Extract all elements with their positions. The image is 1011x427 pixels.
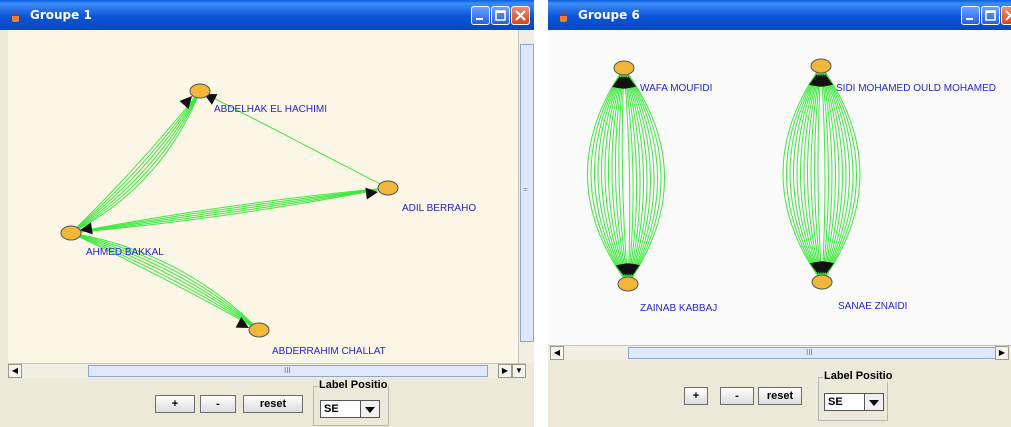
graph-node-label: ABDELHAK EL HACHIMI <box>214 104 327 115</box>
close-button[interactable] <box>1001 6 1011 25</box>
maximize-button[interactable] <box>981 6 1000 25</box>
title-bar[interactable]: Groupe 1 <box>0 0 534 30</box>
graph-node-label: ABDERRAHIM CHALLAT <box>272 346 386 357</box>
chevron-down-icon[interactable] <box>864 394 883 410</box>
graph-edge <box>70 90 201 234</box>
java-cup-icon <box>560 11 567 22</box>
graph-view[interactable]: WAFA MOUFIDI SIDI MOHAMED OULD MOHAMED ZAI… <box>548 30 1011 345</box>
label-position-select[interactable]: SE <box>824 393 884 411</box>
label-position-title: Label Positio <box>823 370 894 382</box>
graph-node[interactable] <box>810 58 832 74</box>
scroll-right-icon[interactable]: ▶ <box>995 346 1009 360</box>
label-position-select[interactable]: SE <box>320 400 380 418</box>
scroll-right-icon[interactable]: ▶ <box>498 364 512 378</box>
graph-node[interactable] <box>189 83 211 99</box>
graph-node-label: SIDI MOHAMED OULD MOHAMED <box>836 83 996 94</box>
graph-edge <box>70 90 201 234</box>
zoom-out-button[interactable]: - <box>200 395 236 413</box>
close-button[interactable] <box>511 6 530 25</box>
graph-node-label: WAFA MOUFIDI <box>640 83 712 94</box>
graph-edge <box>70 90 201 234</box>
window-title: Groupe 6 <box>578 8 640 22</box>
label-position-value: SE <box>828 396 843 408</box>
chevron-down-icon[interactable] <box>360 401 379 417</box>
horizontal-scroll-thumb[interactable] <box>628 347 1003 359</box>
reset-button[interactable]: reset <box>758 387 802 405</box>
graph-node[interactable] <box>613 60 635 76</box>
graph-edge <box>621 67 629 285</box>
graph-edge <box>70 90 201 234</box>
graph-window-groupe-1: Groupe 1 ABDELHAK EL HACHIMI ADIL BERRAHO… <box>0 0 534 427</box>
graph-node[interactable] <box>60 225 82 241</box>
scroll-left-icon[interactable]: ◀ <box>550 346 564 360</box>
graph-node-label: SANAE ZNAIDI <box>838 301 907 312</box>
window-title: Groupe 1 <box>30 8 92 22</box>
graph-node[interactable] <box>377 180 399 196</box>
scroll-left-icon[interactable]: ◀ <box>8 364 22 378</box>
zoom-out-button[interactable]: - <box>720 387 754 405</box>
graph-view[interactable]: ABDELHAK EL HACHIMI ADIL BERRAHO AHMED BAK… <box>8 30 518 363</box>
graph-edge <box>70 90 201 234</box>
java-cup-icon <box>12 11 19 22</box>
label-position-value: SE <box>324 403 339 415</box>
graph-edge <box>70 187 389 234</box>
scroll-grip: = <box>523 185 528 194</box>
scroll-down-icon[interactable]: ▼ <box>512 364 526 378</box>
label-position-title: Label Positio <box>318 379 389 391</box>
reset-button[interactable]: reset <box>243 395 303 413</box>
graph-node-label: ADIL BERRAHO <box>402 203 476 214</box>
maximize-button[interactable] <box>491 6 510 25</box>
horizontal-scrollbar[interactable]: ◀ III ▶ ▼ <box>8 363 526 378</box>
graph-window-groupe-6: Groupe 6 WAFA MOUFIDI SIDI MOHAMED OULD M… <box>548 0 1011 427</box>
scroll-grip: III <box>806 348 813 357</box>
zoom-in-button[interactable]: + <box>155 395 195 413</box>
graph-node-label: ZAINAB KABBAJ <box>640 303 717 314</box>
minimize-button[interactable] <box>961 6 980 25</box>
horizontal-scrollbar[interactable]: ◀ III ▶ <box>548 345 1011 360</box>
vertical-scrollbar[interactable]: = <box>518 30 534 363</box>
graph-edge <box>70 90 201 234</box>
graph-node-label: AHMED BAKKAL <box>86 247 164 258</box>
graph-edge <box>623 67 631 285</box>
graph-node[interactable] <box>248 322 270 338</box>
graph-canvas[interactable]: WAFA MOUFIDI SIDI MOHAMED OULD MOHAMED ZAI… <box>548 30 1011 345</box>
graph-canvas[interactable]: ABDELHAK EL HACHIMI ADIL BERRAHO AHMED BAK… <box>8 30 518 363</box>
title-bar[interactable]: Groupe 6 <box>548 0 1011 30</box>
graph-node[interactable] <box>617 276 639 292</box>
graph-node[interactable] <box>811 274 833 290</box>
scroll-grip: III <box>284 366 291 375</box>
minimize-button[interactable] <box>471 6 490 25</box>
zoom-in-button[interactable]: + <box>684 387 708 405</box>
